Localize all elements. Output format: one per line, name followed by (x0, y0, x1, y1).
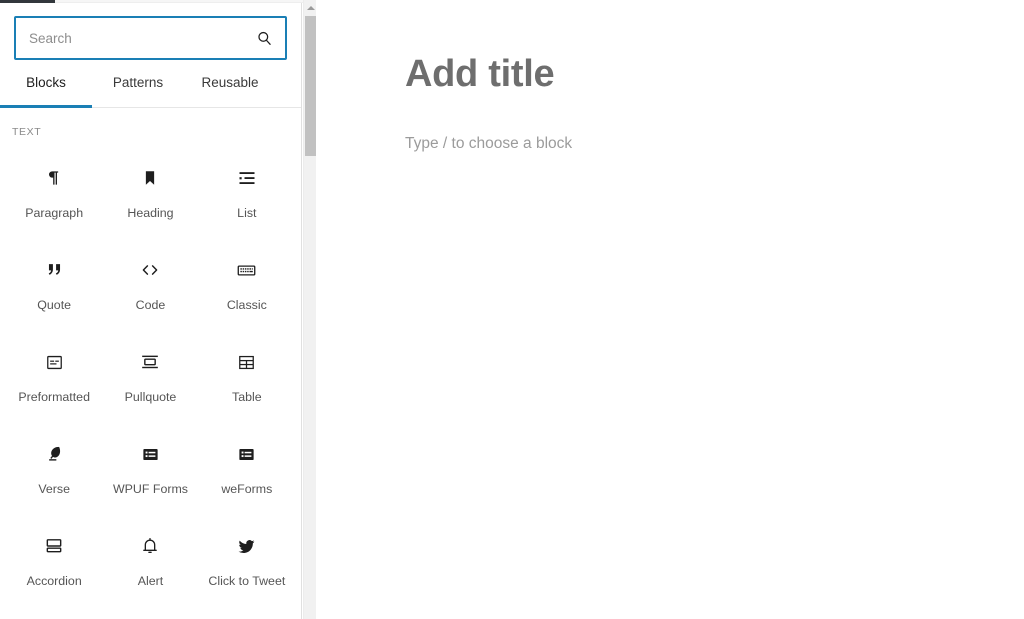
quill-pen-icon (42, 442, 66, 466)
inserter-tabs: Blocks Patterns Reusable (0, 74, 301, 108)
scrollbar-thumb[interactable] (305, 16, 316, 156)
block-label: Click to Tweet (208, 574, 286, 588)
block-label: Table (232, 390, 262, 404)
block-label: List (237, 206, 257, 220)
block-paragraph[interactable]: Paragraph (6, 152, 102, 244)
search-icon (254, 28, 274, 48)
tab-patterns-label: Patterns (112, 75, 164, 90)
block-code[interactable]: Code (102, 244, 198, 336)
search-input[interactable] (16, 18, 285, 58)
block-label: weForms (221, 482, 273, 496)
block-wpuf-forms[interactable]: WPUF Forms (102, 428, 198, 520)
chevron-up-icon[interactable] (304, 0, 317, 15)
block-accordion[interactable]: Accordion (6, 520, 102, 612)
block-alert[interactable]: Alert (102, 520, 198, 612)
pullquote-icon (138, 350, 162, 374)
block-weforms[interactable]: weForms (199, 428, 295, 520)
block-pullquote[interactable]: Pullquote (102, 336, 198, 428)
block-label: Quote (37, 298, 72, 312)
post-title-input[interactable]: Add title (405, 52, 1024, 98)
block-verse[interactable]: Verse (6, 428, 102, 520)
block-editor-screen: Blocks Patterns Reusable TEXT Paragraph (0, 0, 1024, 619)
block-grid: Paragraph Heading List Quote Code Classi… (0, 138, 301, 612)
block-preformatted[interactable]: Preformatted (6, 336, 102, 428)
tab-blocks-label: Blocks (26, 75, 66, 90)
block-label: Paragraph (25, 206, 84, 220)
block-list[interactable]: List (199, 152, 295, 244)
pilcrow-icon (42, 166, 66, 190)
block-label: Classic (226, 298, 267, 312)
tab-patterns[interactable]: Patterns (92, 74, 184, 107)
block-quote[interactable]: Quote (6, 244, 102, 336)
preformatted-box-icon (42, 350, 66, 374)
block-click-to-tweet[interactable]: Click to Tweet (199, 520, 295, 612)
table-grid-icon (235, 350, 259, 374)
form-list-icon (138, 442, 162, 466)
form-list-icon (235, 442, 259, 466)
block-label: Accordion (26, 574, 82, 588)
keyboard-icon (235, 258, 259, 282)
block-label: Preformatted (18, 390, 90, 404)
search-section (0, 3, 301, 60)
inserter-scrollbar[interactable] (303, 0, 316, 619)
tab-blocks[interactable]: Blocks (0, 74, 92, 108)
block-label: Pullquote (124, 390, 177, 404)
block-label: Verse (38, 482, 70, 496)
editor-content: Add title Type / to choose a block (317, 0, 1024, 155)
editor-canvas: Add title Type / to choose a block (317, 0, 1024, 619)
chevron-up-glyph (306, 5, 315, 10)
bell-icon (138, 534, 162, 558)
block-classic[interactable]: Classic (199, 244, 295, 336)
block-label: Heading (127, 206, 174, 220)
post-body-placeholder[interactable]: Type / to choose a block (405, 132, 1024, 155)
bookmark-icon (138, 166, 162, 190)
block-label: Alert (137, 574, 164, 588)
category-label-text: TEXT (12, 126, 42, 138)
search-box[interactable] (14, 16, 287, 60)
stacked-panels-icon (42, 534, 66, 558)
tab-reusable-label: Reusable (201, 75, 259, 90)
angle-brackets-icon (138, 258, 162, 282)
quotation-mark-icon (42, 258, 66, 282)
block-label: WPUF Forms (112, 482, 188, 496)
tab-reusable[interactable]: Reusable (184, 74, 276, 107)
block-heading[interactable]: Heading (102, 152, 198, 244)
block-inserter-panel: Blocks Patterns Reusable TEXT Paragraph (0, 3, 302, 619)
bulleted-list-icon (235, 166, 259, 190)
block-table[interactable]: Table (199, 336, 295, 428)
twitter-bird-icon (235, 534, 259, 558)
block-label: Code (135, 298, 166, 312)
